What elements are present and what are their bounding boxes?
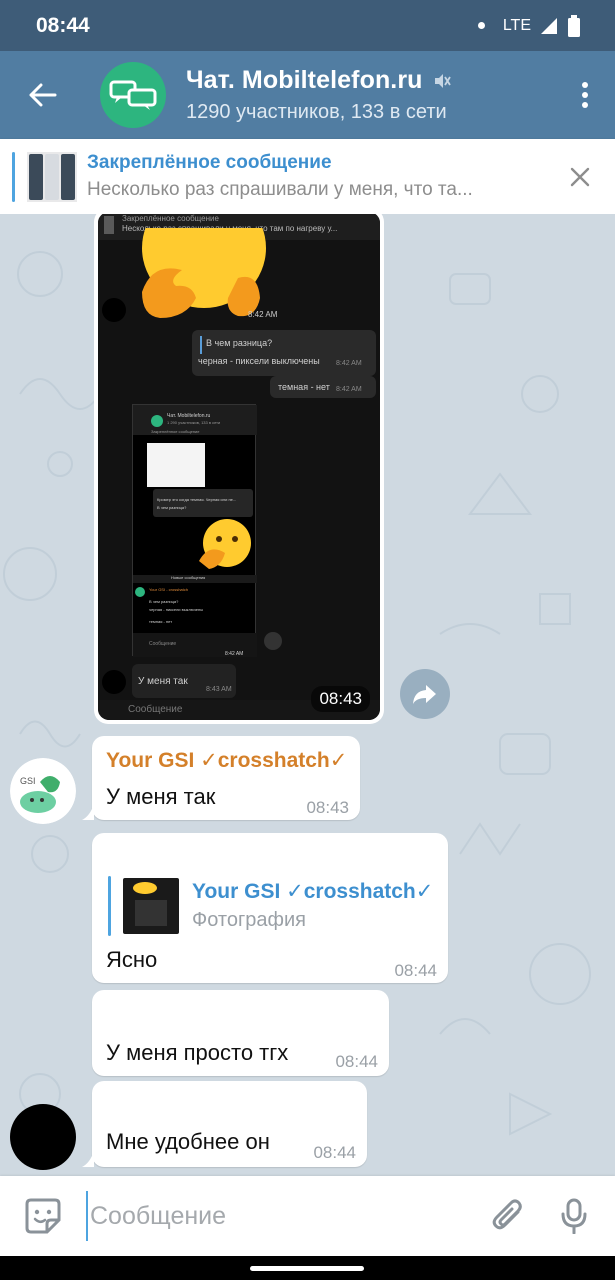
reply-name: Your GSI ✓crosshatch✓ — [192, 880, 434, 903]
group-chat-icon — [109, 80, 157, 110]
chat-header: Чат. Mobiltelefon.ru 1290 участников, 13… — [0, 51, 615, 139]
nested-input: Сообщение — [149, 641, 177, 647]
chat-avatar[interactable] — [100, 62, 166, 128]
message-text: У меня просто тгх — [106, 1040, 289, 1065]
reply-accent-bar — [108, 876, 111, 936]
voice-record-button[interactable] — [541, 1176, 607, 1256]
chat-info[interactable]: Чат. Mobiltelefon.ru 1290 участников, 13… — [186, 66, 555, 124]
bubble-tail — [82, 804, 94, 820]
reply-type: Фотография — [192, 909, 306, 931]
paperclip-icon — [492, 1199, 522, 1230]
inner-reply-time: 8:42 AM — [336, 386, 362, 393]
share-arrow-icon — [413, 685, 436, 704]
inner-quote-time: 8:42 AM — [336, 360, 362, 367]
message-time: 08:43 — [306, 798, 349, 817]
message-time: 08:44 — [394, 961, 437, 980]
message-bubble[interactable]: Мне удобнее он 08:44 — [92, 1081, 367, 1167]
inner-quote-line1: В чем разница? — [206, 338, 273, 348]
more-menu-button[interactable] — [555, 51, 615, 139]
inner-quote-line2: черная - пиксели выключены — [198, 356, 320, 366]
message-bubble[interactable]: Your GSI ✓crosshatch✓ Фотография Ясно 08… — [92, 833, 448, 983]
back-button[interactable] — [0, 51, 86, 139]
image-message[interactable]: Закреплённое сообщение Несколько раз спр… — [94, 214, 384, 724]
inner-reply-text: темная - нет — [278, 382, 330, 392]
share-button[interactable] — [400, 669, 450, 719]
inner-pinned-header: Закреплённое сообщение — [122, 214, 219, 223]
bubble-tail — [82, 1151, 94, 1167]
inner-bottom-time: 8:43 AM — [206, 686, 232, 693]
image-time: 08:43 — [311, 686, 370, 712]
nested-screenshot: Чат. Mobiltelefon.ru 1 290 участников, 1… — [132, 404, 257, 657]
nested-q2: В чем разница? — [157, 505, 187, 510]
emoji-button[interactable] — [0, 1176, 86, 1256]
battery-icon — [568, 14, 580, 37]
inner-time-1: 8:42 AM — [248, 310, 278, 319]
pinned-title: Закреплённое сообщение — [87, 152, 332, 173]
sticker-smile-icon — [25, 1198, 61, 1234]
nested-a: В чем разница? — [149, 599, 179, 604]
microphone-icon — [561, 1198, 587, 1234]
notification-dot-icon — [477, 22, 485, 29]
message-bubble[interactable]: Your GSI ✓crosshatch✓ У меня так 08:43 — [92, 736, 360, 820]
message-time: 08:44 — [313, 1143, 356, 1162]
message-input[interactable] — [86, 1191, 475, 1241]
signal-icon — [541, 17, 557, 34]
message-time: 08:44 — [335, 1052, 378, 1071]
nested-time: 8:42 AM — [225, 651, 244, 657]
network-label: LTE — [502, 16, 531, 34]
svg-text:GSI: GSI — [20, 776, 36, 786]
pinned-message[interactable]: Закреплённое сообщение Несколько раз спр… — [0, 139, 615, 214]
attach-button[interactable] — [475, 1176, 541, 1256]
nested-b: черная - пиксели выключены — [149, 607, 204, 612]
system-nav-bar — [0, 1256, 615, 1280]
composer — [0, 1176, 615, 1256]
nested-name: Your GSI - crosshatch — [149, 587, 188, 592]
message-text: У меня так — [106, 784, 216, 809]
reply-thumbnail — [123, 878, 179, 934]
sender-avatar-gsi[interactable]: GSI — [10, 758, 76, 824]
pinned-accent-bar — [12, 151, 15, 202]
inner-bottom-msg: У меня так — [138, 676, 188, 687]
more-vert-icon — [582, 82, 588, 108]
close-icon — [570, 167, 590, 186]
status-bar: 08:44 LTE — [0, 0, 615, 51]
message-bubble[interactable]: У меня просто тгх 08:44 — [92, 990, 389, 1076]
inner-input-placeholder: Сообщение — [128, 704, 183, 715]
status-time: 08:44 — [36, 13, 90, 37]
message-text: Ясно — [106, 947, 158, 972]
nested-new-messages: Новые сообщения — [171, 575, 206, 580]
muted-speaker-icon — [434, 73, 451, 88]
chat-subtitle: 1290 участников, 133 в сети — [186, 101, 447, 123]
nested-c: темная - нет — [149, 619, 173, 624]
screenshot-image: Закреплённое сообщение Несколько раз спр… — [98, 214, 380, 720]
pinned-preview: Несколько раз спрашивали у меня, что та.… — [87, 179, 473, 200]
sender-name: Your GSI ✓crosshatch✓ — [106, 749, 348, 772]
nested-title: Чат. Mobiltelefon.ru — [167, 413, 211, 419]
nested-pinned: Закреплённое сообщение — [151, 429, 200, 434]
nested-sub: 1 290 участников, 133 в сети — [167, 420, 221, 425]
arrow-left-icon — [29, 83, 57, 107]
home-gesture-pill[interactable] — [250, 1266, 364, 1271]
sender-avatar-black[interactable] — [10, 1104, 76, 1170]
nested-quote: Кромер это когда темная. Черная или не..… — [157, 497, 237, 502]
status-icons: LTE — [477, 14, 581, 37]
pinned-thumbnail — [27, 151, 77, 202]
message-text: Мне удобнее он — [106, 1129, 270, 1154]
message-list[interactable]: Закреплённое сообщение Несколько раз спр… — [0, 214, 615, 1176]
close-pinned-button[interactable] — [557, 154, 603, 200]
chat-title: Чат. Mobiltelefon.ru — [186, 66, 423, 94]
